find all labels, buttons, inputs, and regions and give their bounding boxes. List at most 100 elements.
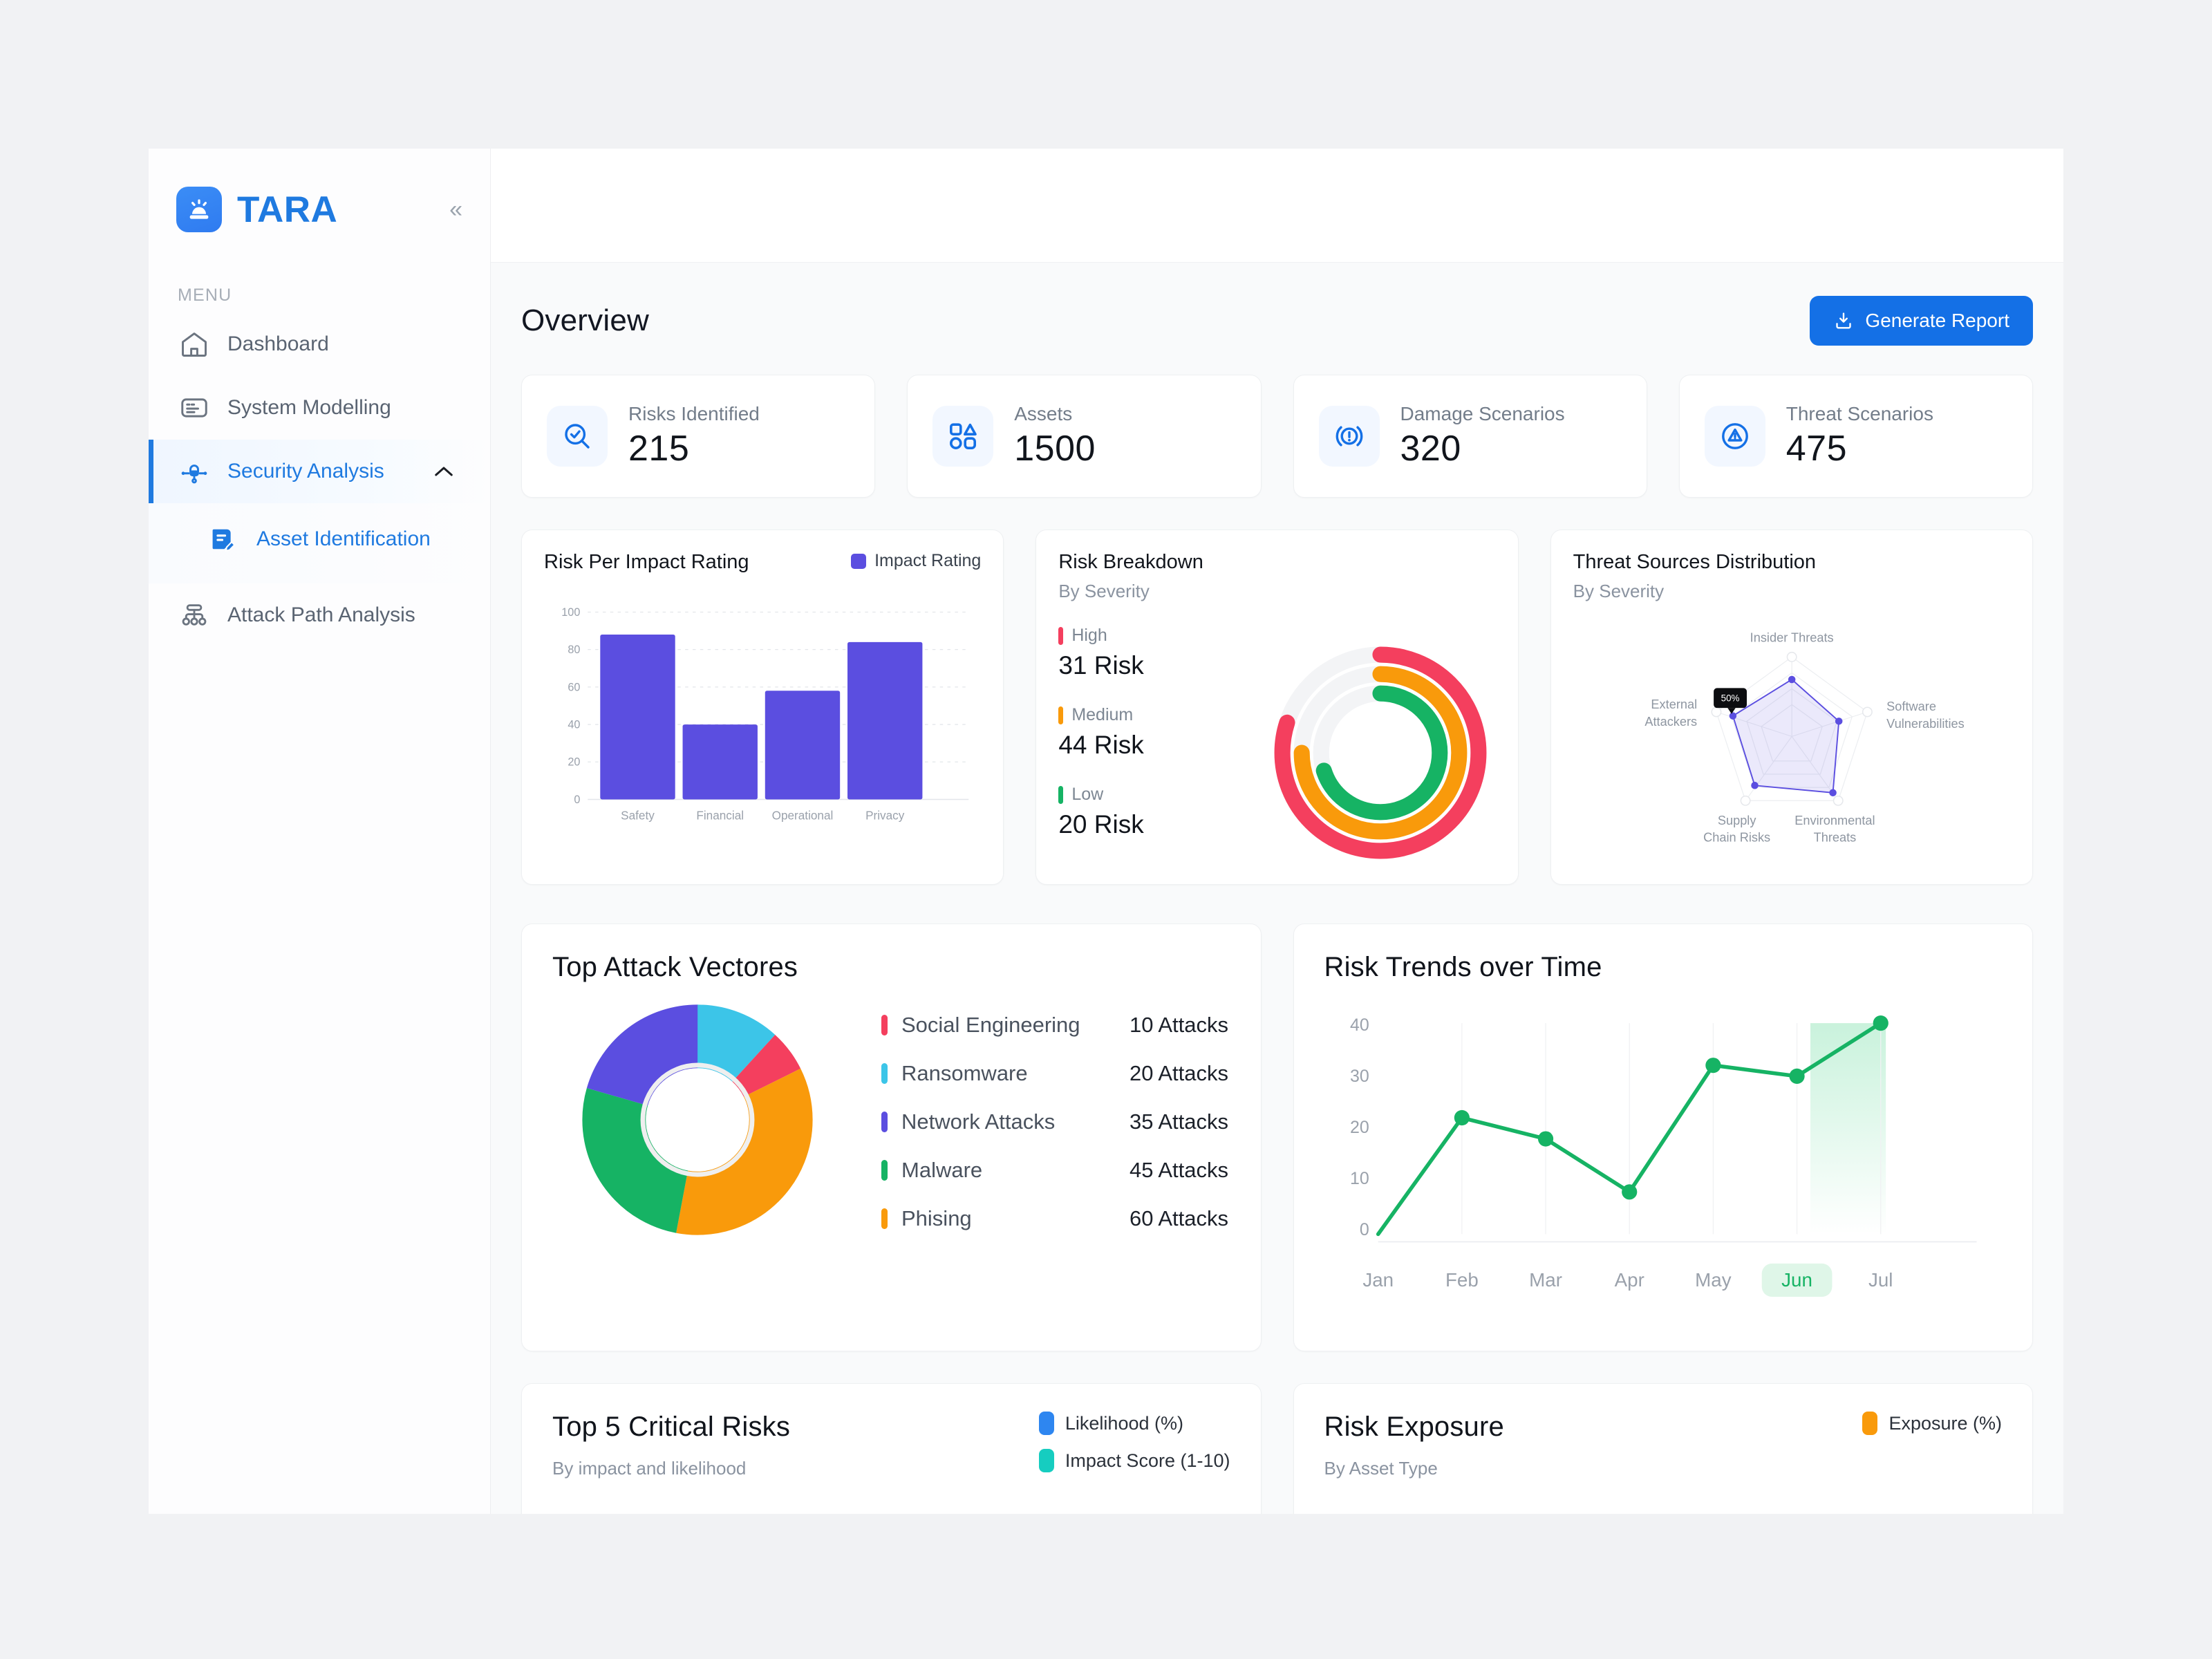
risk-severity-list: High 31 Risk Medium 44 Risk Low 20 Risk <box>1058 602 1266 915</box>
chevron-up-icon[interactable] <box>433 465 454 478</box>
top5-legend: Likelihood (%) Impact Score (1-10) <box>1038 1412 1230 1472</box>
panel-subtitle: By impact and likelihood <box>552 1458 747 1479</box>
sidebar-item-label: Dashboard <box>227 332 329 355</box>
legend-swatch <box>1038 1412 1054 1435</box>
panel-risk-breakdown: Risk Breakdown By Severity High 31 Risk <box>1035 529 1519 885</box>
list-item: Social Engineering 10 Attacks <box>881 1013 1230 1038</box>
sidebar-item-system-modelling[interactable]: System Modelling <box>149 376 490 440</box>
sidebar-item-asset-identification[interactable]: Asset Identification <box>149 512 490 567</box>
document-edit-icon <box>208 524 238 554</box>
list-item: Phising 60 Attacks <box>881 1206 1230 1231</box>
risk-exposure-legend: Exposure (%) <box>1862 1412 2002 1435</box>
panel-title: Risk Trends over Time <box>1324 952 1602 982</box>
sidebar-item-security-analysis[interactable]: Security Analysis <box>149 440 490 503</box>
sitemap-icon <box>179 600 209 630</box>
legend-swatch <box>1862 1412 1878 1435</box>
stat-value: 475 <box>1785 429 1848 469</box>
vector-count: 45 Attacks <box>1130 1158 1229 1182</box>
stat-label: Damage Scenarios <box>1400 403 1565 424</box>
legend-label: Impact Score (1-10) <box>1065 1450 1230 1471</box>
attack-vectores-legend: Social Engineering 10 Attacks Ransomware… <box>863 1009 1230 1231</box>
panel-top-5-critical-risks: Top 5 Critical Risks By impact and likel… <box>521 1383 1262 1514</box>
panel-risk-per-impact-rating: Risk Per Impact Rating Impact Rating 100… <box>521 529 1004 885</box>
legend-swatch <box>881 1160 888 1181</box>
svg-text:Feb: Feb <box>1445 1269 1478 1291</box>
risk-severity-low: Low 20 Risk <box>1058 785 1266 839</box>
legend-label: Impact Rating <box>874 551 982 570</box>
sidebar-item-dashboard[interactable]: Dashboard <box>149 312 490 376</box>
alert-triangle-circle-icon <box>1704 406 1765 467</box>
page-title: Overview <box>521 303 649 337</box>
svg-text:20: 20 <box>1349 1118 1369 1137</box>
svg-text:Threats: Threats <box>1813 831 1856 845</box>
top-bar <box>491 149 2063 263</box>
vector-count: 10 Attacks <box>1130 1013 1229 1037</box>
sidebar-subitem-label: Asset Identification <box>256 527 431 550</box>
svg-text:Environmental: Environmental <box>1794 814 1875 827</box>
svg-text:60: 60 <box>568 681 580 693</box>
svg-text:Vulnerabilities: Vulnerabilities <box>1886 717 1965 731</box>
big-charts-row: Top Attack Vectores Social Engineering 1… <box>521 924 2033 1351</box>
svg-text:Insider Threats: Insider Threats <box>1750 630 1833 644</box>
alert-brake-icon <box>1318 406 1380 467</box>
stat-card-risks-identified[interactable]: Risks Identified 215 <box>521 375 876 498</box>
legend-swatch <box>1038 1449 1054 1472</box>
legend-impact-rating: Impact Rating <box>851 551 981 571</box>
list-item: Malware 45 Attacks <box>881 1158 1230 1183</box>
network-lock-icon <box>179 456 209 487</box>
panel-subtitle: By Severity <box>1573 581 1665 601</box>
sidebar: TARA « MENU Dashboard System Modelling S… <box>149 149 491 1514</box>
svg-text:Privacy: Privacy <box>865 808 905 822</box>
home-icon <box>179 329 209 359</box>
svg-text:40: 40 <box>1349 1015 1369 1035</box>
stat-value: 320 <box>1400 429 1461 469</box>
legend-swatch <box>881 1063 888 1084</box>
panel-title: Risk Breakdown <box>1058 551 1203 573</box>
tara-logo-icon <box>176 187 222 232</box>
svg-text:20: 20 <box>568 756 580 769</box>
sidebar-collapse-icon[interactable]: « <box>449 198 462 221</box>
bar-chart-risk-per-impact: 10080 6040 200 Safety Financial Operatio… <box>561 606 969 822</box>
risk-severity-medium: Medium 44 Risk <box>1058 705 1266 760</box>
content-header: Overview Generate Report <box>521 286 2033 346</box>
svg-text:Attackers: Attackers <box>1644 715 1697 729</box>
generate-report-button[interactable]: Generate Report <box>1810 296 2033 346</box>
download-icon <box>1833 310 1854 331</box>
svg-text:Chain Risks: Chain Risks <box>1703 831 1770 845</box>
panel-top-attack-vectores: Top Attack Vectores Social Engineering 1… <box>521 924 1262 1351</box>
panel-title: Threat Sources Distribution <box>1573 551 1817 573</box>
severity-value: 31 Risk <box>1058 651 1144 679</box>
panel-risk-trends-over-time: Risk Trends over Time 40 30 20 10 0 Jan … <box>1293 924 2033 1351</box>
svg-text:Jan: Jan <box>1362 1269 1394 1291</box>
legend-swatch <box>851 553 867 569</box>
vector-name: Ransomware <box>901 1061 1028 1085</box>
panel-title: Top Attack Vectores <box>552 952 798 982</box>
sidebar-subnav: Asset Identification <box>149 503 490 583</box>
svg-text:80: 80 <box>568 644 580 656</box>
severity-label: Medium <box>1071 705 1134 724</box>
panel-title: Risk Per Impact Rating <box>544 551 749 573</box>
sidebar-item-label: Attack Path Analysis <box>227 603 415 626</box>
severity-label: Low <box>1071 785 1104 804</box>
legend-label: Exposure (%) <box>1888 1412 2002 1434</box>
stat-card-damage-scenarios[interactable]: Damage Scenarios 320 <box>1293 375 1647 498</box>
svg-text:May: May <box>1695 1269 1732 1291</box>
panel-icon <box>179 393 209 423</box>
panel-subtitle: By Severity <box>1058 581 1150 601</box>
stat-value: 215 <box>628 429 690 469</box>
concentric-rings-risk-breakdown <box>1275 646 1487 859</box>
legend-swatch <box>881 1112 888 1132</box>
severity-value: 20 Risk <box>1058 810 1144 838</box>
severity-label: High <box>1071 626 1107 645</box>
sidebar-item-attack-path-analysis[interactable]: Attack Path Analysis <box>149 583 490 647</box>
stat-label: Risks Identified <box>628 403 760 424</box>
highlighted-month-label[interactable]: Jun <box>1781 1269 1812 1291</box>
bottom-panels-row: Top 5 Critical Risks By impact and likel… <box>521 1383 2033 1514</box>
stat-card-threat-scenarios[interactable]: Threat Scenarios 475 <box>1678 375 2033 498</box>
mid-charts-row: Risk Per Impact Rating Impact Rating 100… <box>521 529 2033 885</box>
stat-card-assets[interactable]: Assets 1500 <box>907 375 1262 498</box>
stat-cards-row: Risks Identified 215 Assets 1500 Damage … <box>521 375 2033 498</box>
svg-text:Software: Software <box>1886 700 1936 713</box>
svg-text:0: 0 <box>1359 1220 1369 1239</box>
stat-label: Threat Scenarios <box>1785 403 1933 424</box>
